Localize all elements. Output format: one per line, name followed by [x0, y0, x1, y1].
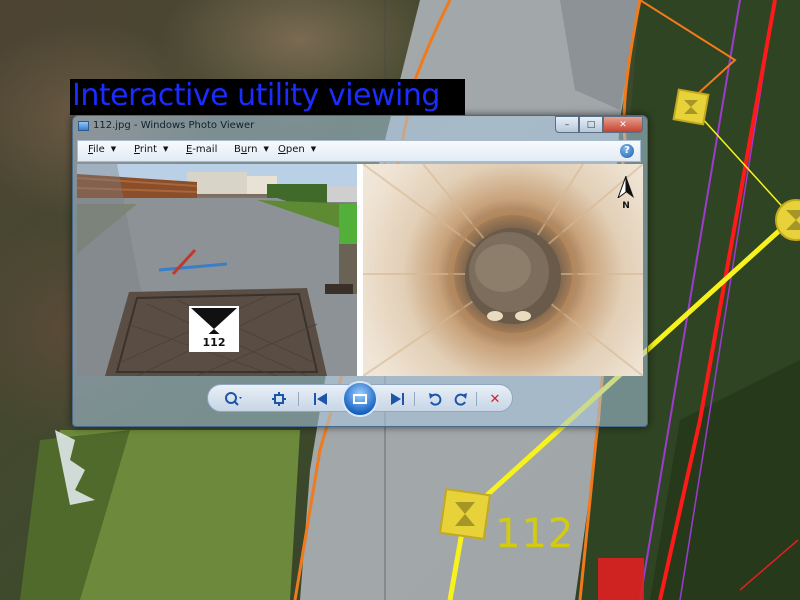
zoom-icon	[225, 392, 242, 406]
chevron-down-icon: ▼	[163, 145, 169, 153]
photo-content-area: 112 N	[77, 164, 643, 376]
help-button[interactable]: ?	[620, 144, 634, 158]
street-manhole-photo: 112	[77, 164, 357, 376]
rotate-left-button[interactable]	[426, 390, 444, 408]
compass-letter: N	[622, 201, 630, 211]
slideshow-button[interactable]	[342, 381, 378, 417]
manhole-interior-photo: N	[363, 164, 643, 376]
close-icon: ✕	[619, 119, 627, 130]
toolbar-separator	[414, 392, 415, 406]
rotate-right-button[interactable]	[452, 390, 470, 408]
photo-viewer-app-icon	[78, 121, 89, 131]
maximize-icon: □	[586, 119, 596, 130]
manhole-interior-drawing	[363, 164, 643, 376]
chevron-down-icon: ▼	[263, 145, 269, 153]
next-button[interactable]	[388, 390, 406, 408]
window-title: 112.jpg - Windows Photo Viewer	[93, 120, 255, 131]
photo-viewer-window[interactable]: 112.jpg - Windows Photo Viewer – □ ✕ Fil…	[72, 115, 648, 427]
menu-burn[interactable]: Burn ▼	[234, 144, 269, 155]
zoom-button[interactable]	[224, 390, 242, 408]
toolbar-separator	[476, 392, 477, 406]
fit-window-icon	[272, 392, 286, 406]
marker-number: 112	[202, 336, 226, 349]
manhole-label: 112	[495, 511, 575, 557]
toolbar-pill: ✕	[207, 381, 513, 417]
page-title: Interactive utility viewing	[72, 78, 440, 113]
delete-icon: ✕	[489, 391, 501, 407]
north-arrow: N	[616, 175, 635, 211]
menu-open[interactable]: Open ▼	[278, 144, 316, 155]
menu-print[interactable]: Print ▼	[134, 144, 168, 155]
manhole-112-symbol	[439, 488, 491, 540]
menu-file[interactable]: File ▼	[88, 144, 116, 155]
toolbar-separator	[298, 392, 299, 406]
rotate-left-icon	[429, 393, 442, 406]
previous-button[interactable]	[312, 390, 330, 408]
north-arrow-icon	[616, 175, 634, 200]
window-titlebar[interactable]: 112.jpg - Windows Photo Viewer – □ ✕	[73, 116, 647, 138]
maximize-button[interactable]: □	[579, 116, 603, 133]
close-button[interactable]: ✕	[603, 116, 643, 133]
slideshow-icon	[353, 394, 367, 404]
viewer-toolbar: ✕	[77, 378, 643, 422]
rotate-right-icon	[454, 393, 467, 406]
next-icon	[391, 393, 404, 405]
previous-icon	[314, 393, 327, 405]
delete-button[interactable]: ✕	[486, 390, 504, 408]
chevron-down-icon: ▼	[110, 145, 117, 153]
menu-bar: File ▼ Print ▼ E-mail Burn ▼ Open ▼ ?	[77, 140, 641, 162]
minimize-button[interactable]: –	[555, 116, 579, 133]
fit-window-button[interactable]	[270, 390, 288, 408]
manhole-upper-symbol	[672, 88, 710, 126]
menu-email[interactable]: E-mail	[186, 144, 217, 155]
chevron-down-icon: ▼	[310, 145, 317, 153]
minimize-icon: –	[564, 119, 570, 130]
